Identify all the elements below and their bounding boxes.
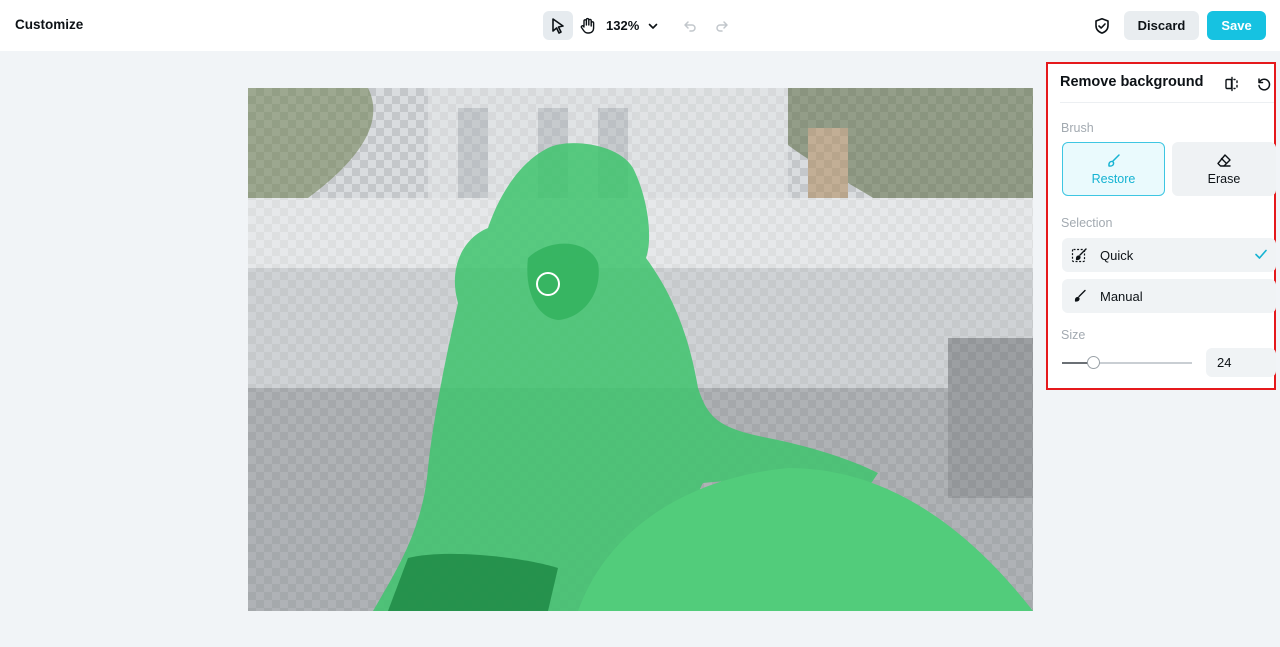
save-button[interactable]: Save [1207, 11, 1266, 40]
size-label: Size [1061, 328, 1086, 342]
manual-label: Manual [1100, 288, 1143, 304]
redo-icon [716, 20, 728, 32]
cursor-pointer-icon [552, 17, 564, 34]
compare-button[interactable] [1222, 74, 1242, 94]
check-icon [1255, 249, 1267, 259]
brush-label: Brush [1061, 121, 1094, 135]
quick-select-icon [1071, 247, 1087, 262]
remove-background-panel: Remove background Brush Restore Erase Se… [1046, 62, 1276, 390]
shield-check-icon [1095, 18, 1109, 34]
restore-brush-button[interactable]: Restore [1062, 142, 1165, 196]
restore-label: Restore [1091, 171, 1136, 186]
eraser-icon [1217, 153, 1231, 167]
selection-label: Selection [1061, 216, 1113, 230]
size-input[interactable] [1206, 348, 1276, 377]
reset-button[interactable] [1254, 74, 1274, 94]
size-slider[interactable] [1062, 356, 1192, 369]
size-slider-thumb[interactable] [1087, 356, 1100, 369]
erase-brush-button[interactable]: Erase [1172, 142, 1276, 196]
undo-button[interactable] [675, 11, 705, 40]
reset-icon [1258, 78, 1271, 91]
page-title: Customize [15, 17, 84, 32]
compare-icon [1225, 76, 1238, 92]
panel-divider [1060, 102, 1274, 103]
undo-icon [684, 20, 696, 32]
erase-label: Erase [1207, 171, 1241, 186]
hand-icon [580, 17, 595, 34]
shield-button[interactable] [1088, 12, 1116, 40]
brush-icon [1108, 153, 1120, 167]
discard-button[interactable]: Discard [1124, 11, 1199, 40]
select-tool-button[interactable] [543, 11, 573, 40]
top-bar: Customize 132% Discard Save [0, 0, 1280, 51]
manual-brush-icon [1074, 289, 1086, 302]
photo-with-mask [248, 88, 1033, 611]
editor-canvas[interactable] [248, 88, 1033, 611]
quick-label: Quick [1100, 247, 1134, 263]
zoom-level: 132% [606, 18, 640, 33]
chevron-down-icon [648, 23, 658, 29]
redo-button[interactable] [707, 11, 737, 40]
hand-tool-button[interactable] [573, 11, 603, 40]
selection-option-quick[interactable]: Quick [1062, 238, 1276, 272]
panel-title: Remove background [1060, 74, 1204, 90]
zoom-dropdown[interactable]: 132% [606, 11, 659, 40]
selection-option-manual[interactable]: Manual [1062, 279, 1276, 313]
